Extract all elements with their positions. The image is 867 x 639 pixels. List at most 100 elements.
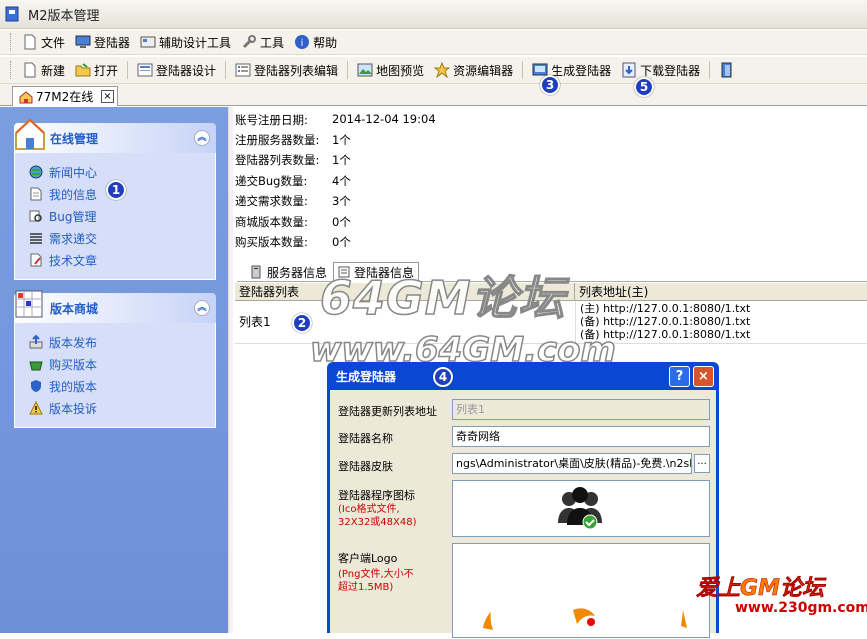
home-icon (19, 90, 33, 104)
menu-help[interactable]: i 帮助 (289, 31, 342, 53)
resource-icon (433, 61, 451, 79)
nav-label: 需求递交 (49, 231, 98, 246)
info-row: 购买版本数量: 0个 (235, 234, 351, 250)
tb-launcher-design-button[interactable]: 登陆器设计 (132, 59, 221, 81)
info-label: 注册服务器数量: (235, 133, 320, 147)
dialog-help-button[interactable]: ? (669, 366, 690, 387)
download-icon (621, 62, 637, 78)
nav-news-center[interactable]: 新闻中心 (29, 161, 215, 183)
nav-my-versions[interactable]: 我的版本 (29, 375, 215, 397)
tb-resource-editor-label: 资源编辑器 (453, 63, 514, 78)
info-label: 商城版本数量: (235, 215, 308, 229)
update-list-label: 登陆器更新列表地址 (338, 405, 437, 418)
dialog-body: 登陆器更新列表地址 列表1 登陆器名称 奇奇网络 登陆器皮肤 ngs\Admin… (330, 390, 716, 638)
tb-list-edit-button[interactable]: 登陆器列表编辑 (230, 59, 343, 81)
info-row: 商城版本数量: 0个 (235, 214, 351, 230)
collapse-chevron-icon[interactable]: ︽ (194, 300, 210, 316)
monitor-icon (75, 34, 91, 50)
forum-url-text: www.230gm.com (735, 600, 867, 616)
col-header[interactable]: 列表地址(主) (575, 283, 867, 300)
wrench-icon (241, 34, 257, 50)
online-panel-body: 新闻中心 我的信息 Bug管理 需求递交 技术文章 (14, 153, 216, 280)
callout-badge: 3 (540, 75, 560, 95)
program-icon-label: 登陆器程序图标 (338, 489, 415, 502)
tb-resource-editor-button[interactable]: 资源编辑器 (429, 59, 518, 81)
exit-door-icon (719, 62, 735, 78)
info-row: 递交Bug数量: 4个 (235, 173, 351, 189)
nav-bug-manage[interactable]: Bug管理 (29, 205, 215, 227)
store-grid-icon (14, 287, 46, 321)
upload-icon (29, 334, 43, 349)
tb-exit-button[interactable] (714, 59, 743, 81)
bug-search-icon (29, 209, 43, 223)
info-value: 0个 (332, 215, 351, 229)
online-panel: 在线管理 ︽ 新闻中心 我的信息 Bug管理 需求递交 技术文章 (14, 118, 216, 280)
browse-skin-button[interactable]: ... (694, 454, 710, 473)
info-row: 注册服务器数量: 1个 (235, 132, 351, 148)
info-label: 递交需求数量: (235, 194, 308, 208)
info-row: 账号注册日期: 2014-12-04 19:04 (235, 112, 436, 128)
nav-buy-version[interactable]: 购买版本 (29, 353, 215, 375)
document-icon (29, 187, 43, 201)
logo-fragment-icon (473, 600, 693, 639)
info-label: 账号注册日期: (235, 113, 308, 127)
info-value: 3个 (332, 194, 351, 208)
tools-icon (140, 34, 156, 50)
toolbar-separator (225, 61, 227, 79)
dialog-title-bar[interactable]: 生成登陆器 (330, 362, 716, 390)
callout-badge: 4 (433, 367, 453, 387)
info-row: 登陆器列表数量: 1个 (235, 152, 351, 168)
online-panel-header[interactable]: 在线管理 ︽ (14, 118, 216, 153)
info-value: 2014-12-04 19:04 (332, 112, 436, 126)
collapse-chevron-icon[interactable]: ︽ (194, 130, 210, 146)
toolbar-separator (522, 61, 524, 79)
tab-77m2-online[interactable]: 77M2在线 × (12, 86, 118, 106)
page-icon (22, 34, 38, 50)
open-icon (75, 62, 91, 78)
tab-close-button[interactable]: × (101, 90, 114, 103)
title-bar: M2版本管理 (0, 0, 867, 29)
tab-server-info[interactable]: 服务器信息 (245, 262, 331, 282)
tb-map-preview-button[interactable]: 地图预览 (352, 59, 429, 81)
program-icon-box[interactable] (452, 480, 710, 537)
list-icon (235, 62, 251, 78)
form-icon (137, 62, 153, 78)
launcher-skin-input[interactable]: ngs\Administrator\桌面\皮肤(精品)-免费.\n2skin (452, 453, 692, 474)
tb-new-button[interactable]: 新建 (17, 59, 70, 81)
menu-file[interactable]: 文件 (17, 31, 70, 53)
toolbar-separator (127, 61, 129, 79)
client-logo-box[interactable] (452, 543, 710, 638)
client-logo-label: 客户端Logo (338, 552, 398, 565)
info-row: 递交需求数量: 3个 (235, 193, 351, 209)
nav-version-publish[interactable]: 版本发布 (29, 331, 215, 353)
menu-launcher[interactable]: 登陆器 (70, 31, 135, 53)
store-panel-header[interactable]: 版本商城 ︽ (14, 290, 216, 323)
new-icon (22, 62, 38, 78)
tb-download-launcher-button[interactable]: 下载登陆器 (616, 59, 705, 81)
tb-open-button[interactable]: 打开 (70, 59, 123, 81)
document-tabstrip: 77M2在线 × (0, 84, 867, 106)
nav-label: 版本投诉 (49, 401, 98, 416)
nav-tech-articles[interactable]: 技术文章 (29, 249, 215, 271)
nav-request-submit[interactable]: 需求递交 (29, 227, 215, 249)
forum-logo-text: 爱上GM论坛 (696, 576, 824, 602)
dialog-close-button[interactable]: × (693, 366, 714, 387)
nav-version-complaint[interactable]: 版本投诉 (29, 397, 215, 419)
menu-tools-label: 工具 (260, 35, 285, 50)
address-line: (备) http://127.0.0.1:8080/1.txt (580, 315, 751, 328)
toolbar-grip (10, 61, 13, 79)
toolbar: 新建 打开 登陆器设计 登陆器列表编辑 地图预览 资源编辑器 生成登陆器 下载登… (0, 57, 867, 84)
toolbar-separator (709, 61, 711, 79)
tb-map-preview-label: 地图预览 (376, 63, 425, 78)
window-title: M2版本管理 (28, 8, 100, 24)
menu-tools[interactable]: 工具 (236, 31, 289, 53)
menu-design-tools[interactable]: 辅助设计工具 (135, 31, 236, 53)
callout-badge: 5 (634, 77, 654, 97)
app-icon (4, 6, 20, 22)
tb-open-label: 打开 (94, 63, 119, 78)
menu-bar: 文件 登陆器 辅助设计工具 工具 i 帮助 (0, 30, 867, 55)
tb-build-launcher-button[interactable]: 生成登陆器 (527, 59, 616, 81)
toolbar-separator (347, 61, 349, 79)
help-icon: i (294, 34, 310, 50)
launcher-name-input[interactable]: 奇奇网络 (452, 426, 710, 447)
